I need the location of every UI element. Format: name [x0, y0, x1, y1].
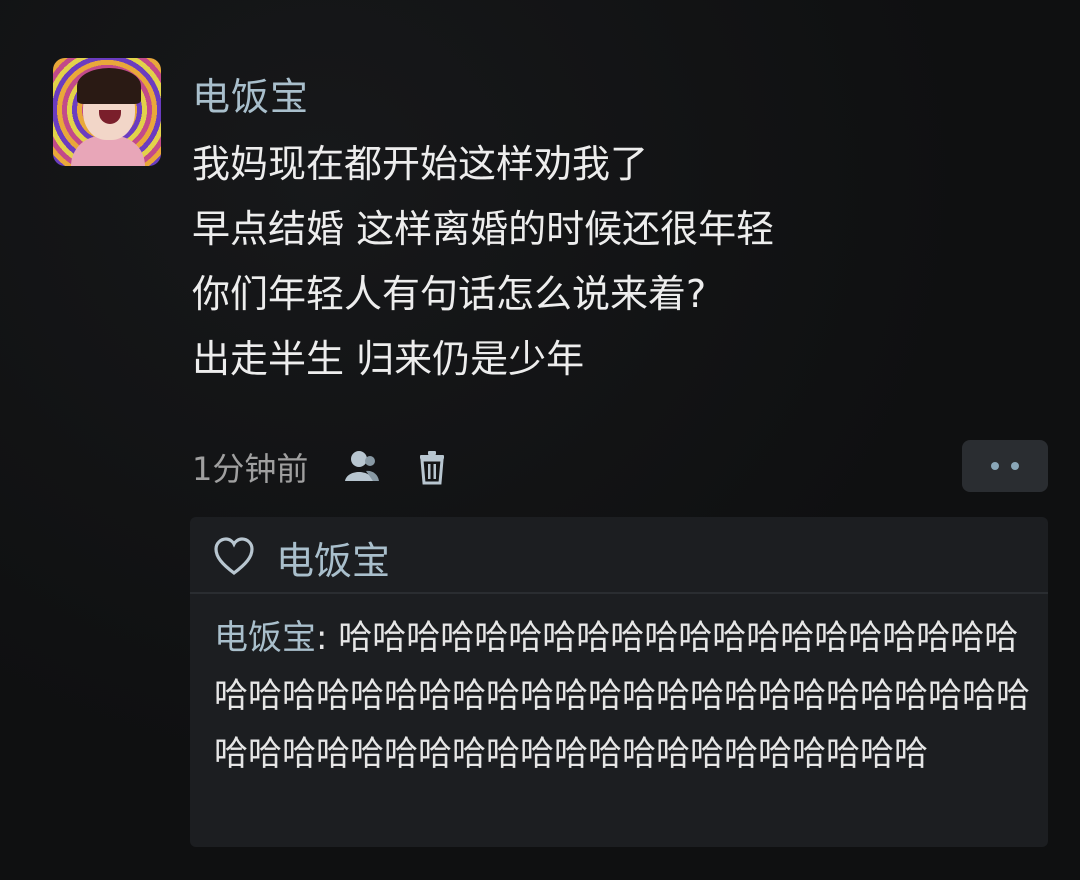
more-dots-icon [1011, 462, 1019, 470]
user-avatar[interactable] [53, 58, 161, 166]
post-line: 你们年轻人有句话怎么说来着? [192, 272, 707, 316]
more-dots-icon [991, 462, 999, 470]
post-body: 我妈现在都开始这样劝我了 早点结婚 这样离婚的时候还很年轻 你们年轻人有句话怎么… [192, 132, 774, 392]
reply-section: 电饭宝 电饭宝: 哈哈哈哈哈哈哈哈哈哈哈哈哈哈哈哈哈哈哈哈哈哈哈哈哈哈哈哈哈哈哈… [190, 517, 1048, 847]
post-timestamp: 1分钟前 [192, 450, 309, 488]
person-icon[interactable] [342, 447, 382, 487]
post-username[interactable]: 电饭宝 [192, 66, 309, 121]
post-line: 我妈现在都开始这样劝我了 [192, 142, 649, 186]
liker-name[interactable]: 电饭宝 [276, 530, 390, 585]
reply-comment: 电饭宝: 哈哈哈哈哈哈哈哈哈哈哈哈哈哈哈哈哈哈哈哈哈哈哈哈哈哈哈哈哈哈哈哈哈哈哈… [214, 609, 1034, 783]
like-row: 电饭宝 [212, 533, 390, 583]
post-line: 早点结婚 这样离婚的时候还很年轻 [192, 207, 775, 251]
post-card: 电饭宝 我妈现在都开始这样劝我了 早点结婚 这样离婚的时候还很年轻 你们年轻人有… [0, 0, 1080, 880]
reply-author[interactable]: 电饭宝 [214, 618, 316, 658]
post-line: 出走半生 归来仍是少年 [192, 337, 585, 381]
avatar-robe [71, 136, 145, 166]
divider [190, 592, 1048, 594]
heart-outline-icon[interactable] [212, 535, 256, 579]
more-options-button[interactable] [962, 440, 1048, 492]
reply-separator: : [316, 618, 339, 658]
post-meta: 1分钟前 [192, 444, 482, 490]
avatar-hair [77, 68, 141, 104]
trash-icon[interactable] [412, 447, 452, 487]
